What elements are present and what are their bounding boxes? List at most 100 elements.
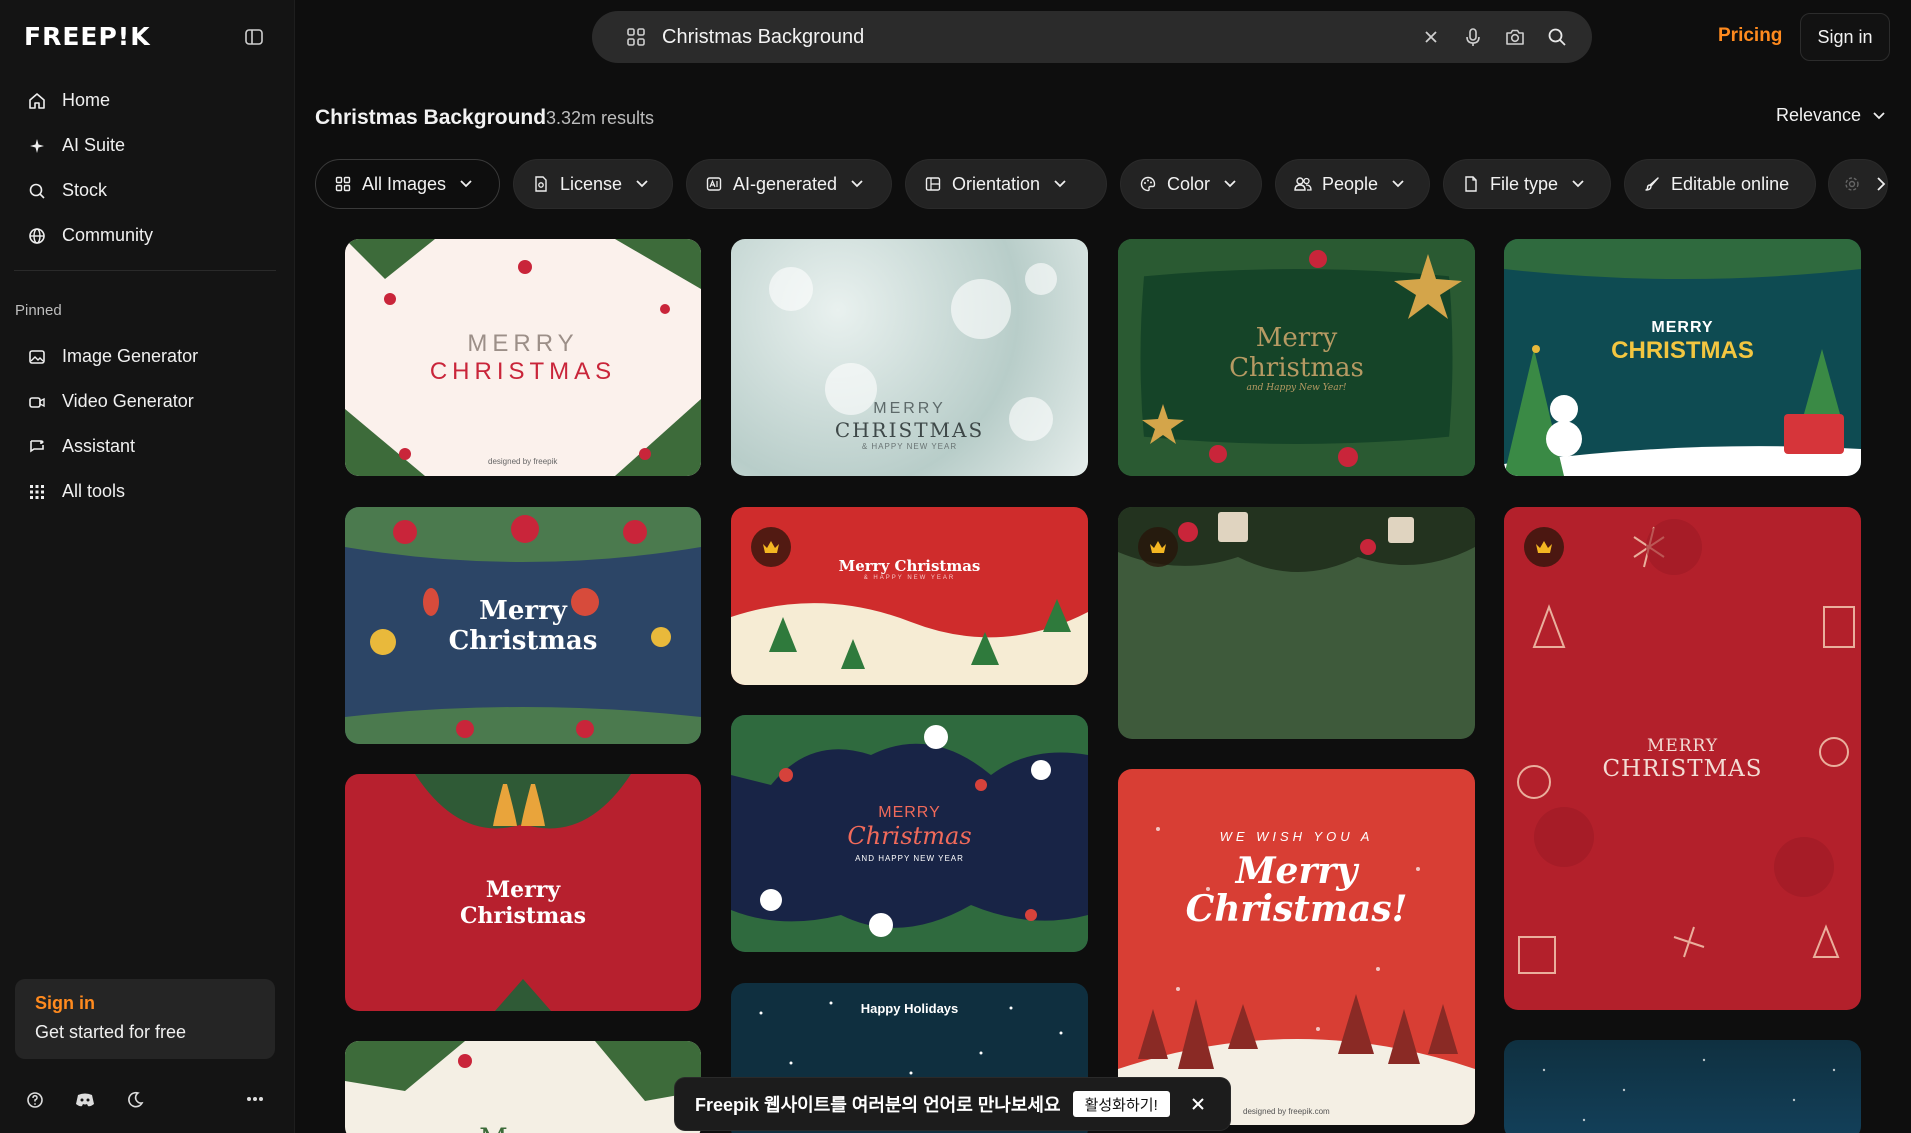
result-card[interactable]: Merry Christmas: [345, 507, 701, 744]
result-card[interactable]: WE WISH YOU A Merry Christmas! designed …: [1118, 769, 1475, 1125]
filter-all-images[interactable]: All Images: [315, 159, 500, 209]
freepik-logo[interactable]: FREEP!K: [24, 22, 151, 51]
card-text-line3: AND HAPPY NEW YEAR: [855, 854, 964, 863]
search-type-icon[interactable]: [625, 26, 647, 53]
more-options-icon[interactable]: [244, 1088, 266, 1110]
card-text-line2: CHRISTMAS: [1602, 755, 1763, 782]
nav-home-label: Home: [62, 90, 111, 110]
dark-mode-icon[interactable]: [124, 1089, 146, 1111]
sort-label: Relevance: [1776, 105, 1862, 125]
nav-community[interactable]: Community: [14, 213, 276, 258]
people-icon: [1294, 175, 1312, 193]
close-icon[interactable]: [1188, 1094, 1208, 1114]
card-text-line3: Christmas!: [1185, 888, 1408, 930]
filter-color[interactable]: Color: [1120, 159, 1262, 209]
filter-people-label: People: [1322, 173, 1379, 194]
chevron-down-icon: [1873, 111, 1885, 119]
chevron-down-icon: [851, 180, 863, 188]
result-card[interactable]: [1118, 507, 1475, 739]
chevron-down-icon: [1392, 180, 1404, 188]
pinned-image-generator[interactable]: Image Generator: [14, 334, 276, 379]
filter-file-type[interactable]: File type: [1443, 159, 1611, 209]
result-card[interactable]: Merry Christmas & HAPPY NEW YEAR: [731, 507, 1088, 685]
card-text-line2: Christmas: [460, 902, 586, 929]
nav-home[interactable]: Home: [14, 78, 276, 123]
nav-stock[interactable]: Stock: [14, 168, 276, 213]
signin-card-subtitle: Get started for free: [35, 1022, 187, 1042]
card-text-line3: & HAPPY NEW YEAR: [861, 442, 958, 451]
pinned-video-generator-label: Video Generator: [62, 391, 194, 411]
card-text-line1: MERRY: [878, 804, 941, 821]
filter-editable-online[interactable]: Editable online: [1624, 159, 1816, 209]
discord-icon[interactable]: [74, 1089, 96, 1111]
license-icon: [532, 175, 550, 193]
file-icon: [1462, 175, 1480, 193]
card-text-line3: and Happy New Year!: [1246, 382, 1347, 393]
microphone-icon[interactable]: [1461, 25, 1485, 49]
pinned-image-generator-label: Image Generator: [62, 346, 199, 366]
card-text-line1: Merry: [479, 595, 567, 626]
premium-crown-icon: [1138, 527, 1178, 567]
card-credit: designed by freepik: [488, 457, 558, 466]
pinned-all-tools-label: All tools: [62, 481, 126, 501]
grid-icon: [334, 175, 352, 193]
sidebar: FREEP!K Home AI Suite Stock Community Pi…: [0, 0, 295, 1133]
filter-people[interactable]: People: [1275, 159, 1430, 209]
filter-license-label: License: [560, 173, 623, 194]
signin-button[interactable]: Sign in: [1800, 13, 1890, 61]
language-toast: Freepik 웹사이트를 여러분의 언어로 만나보세요 활성화하기!: [675, 1078, 1230, 1130]
help-icon[interactable]: [24, 1089, 46, 1111]
toast-activate-button[interactable]: 활성화하기!: [1072, 1091, 1170, 1117]
card-text-line1: Happy Holidays: [860, 1001, 959, 1016]
filters-scroll-right-icon[interactable]: [1869, 172, 1893, 196]
result-card[interactable]: MERRY Christmas AND HAPPY NEW YEAR: [731, 715, 1088, 952]
result-card[interactable]: Merry Christmas and Happy New Year!: [1118, 239, 1475, 476]
chevron-down-icon: [1572, 180, 1584, 188]
search-bar: [592, 11, 1592, 63]
filter-ai-generated[interactable]: AI-generated: [686, 159, 892, 209]
results-count: 3.32m results: [546, 108, 655, 128]
search-input[interactable]: [662, 21, 1362, 53]
result-card[interactable]: MERRY CHRISTMAS & HAPPY NEW YEAR: [731, 239, 1088, 476]
filter-ai-generated-label: AI-generated: [733, 173, 838, 194]
filter-license[interactable]: License: [513, 159, 673, 209]
card-text-line1: Merry: [479, 1122, 567, 1133]
result-card[interactable]: Merry: [345, 1041, 701, 1133]
chevron-down-icon: [1224, 180, 1236, 188]
chevron-down-icon: [1054, 180, 1066, 188]
pinned-assistant[interactable]: Assistant: [14, 424, 276, 469]
pinned-nav: Image Generator Video Generator Assistan…: [14, 334, 276, 514]
filter-color-label: Color: [1167, 173, 1211, 194]
camera-icon[interactable]: [1503, 25, 1527, 49]
card-text-line2: Christmas: [847, 822, 972, 850]
orientation-icon: [924, 175, 942, 193]
nav-ai-suite[interactable]: AI Suite: [14, 123, 276, 168]
result-card[interactable]: MERRY CHRISTMAS designed by freepik: [345, 239, 701, 476]
search-icon: [26, 180, 48, 202]
card-text-line1: Merry: [485, 876, 561, 903]
signin-card[interactable]: Sign in Get started for free: [15, 979, 275, 1059]
result-card[interactable]: MERRY CHRISTMAS: [1504, 239, 1861, 476]
filter-orientation-label: Orientation: [952, 173, 1041, 194]
signin-card-title[interactable]: Sign in: [35, 993, 255, 1014]
pricing-link[interactable]: Pricing: [1718, 25, 1782, 47]
filter-bar: All Images License AI-generated Orientat…: [315, 159, 1895, 209]
card-text-line2: CHRISTMAS: [834, 418, 985, 442]
card-text-line1: MERRY: [1651, 319, 1714, 336]
pinned-all-tools[interactable]: All tools: [14, 469, 276, 514]
result-card[interactable]: MERRY CHRISTMAS: [1504, 507, 1861, 1010]
filter-orientation[interactable]: Orientation: [905, 159, 1107, 209]
clear-icon[interactable]: [1419, 25, 1443, 49]
sidebar-collapse-icon[interactable]: [243, 26, 265, 48]
chat-icon: [26, 436, 48, 458]
card-text-line2: Christmas: [1229, 352, 1364, 383]
result-card[interactable]: [1504, 1040, 1861, 1133]
search-submit-icon[interactable]: [1545, 25, 1569, 49]
card-text-line1: MERRY: [1646, 735, 1719, 756]
sort-dropdown[interactable]: Relevance: [1776, 105, 1885, 126]
pinned-video-generator[interactable]: Video Generator: [14, 379, 276, 424]
result-card[interactable]: Merry Christmas: [345, 774, 701, 1011]
nav-stock-label: Stock: [62, 180, 108, 200]
brush-icon: [1643, 175, 1661, 193]
nav-community-label: Community: [62, 225, 154, 245]
